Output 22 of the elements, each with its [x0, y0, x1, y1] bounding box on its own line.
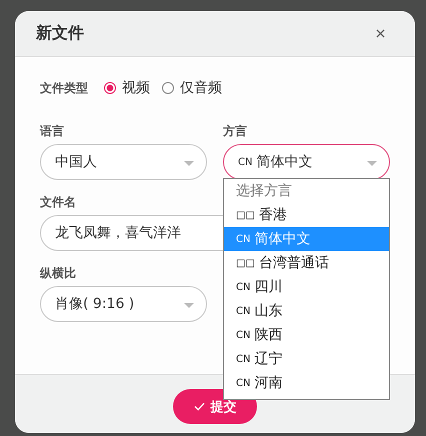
- dropdown-option[interactable]: CN 陕西: [224, 323, 389, 347]
- menu-heading: 选择方言: [235, 182, 293, 201]
- check-icon: [194, 402, 204, 411]
- field-label: 语言: [40, 123, 64, 140]
- caret-icon: [367, 161, 377, 166]
- dropdown-option[interactable]: CN 辽宁: [224, 347, 389, 371]
- field-label: 文件类型: [40, 80, 88, 96]
- dialog-title: 新文件: [36, 23, 84, 44]
- field-label: 方言: [223, 123, 247, 140]
- caret-icon: [184, 303, 194, 308]
- radio-option[interactable]: 仅音频: [162, 79, 222, 97]
- aspect-ratio-select[interactable]: 肖像( 9:16 ): [40, 286, 207, 322]
- close-icon[interactable]: [376, 29, 385, 38]
- dropdown-option[interactable]: □□ 台湾普通话: [224, 251, 389, 275]
- dialect-select[interactable]: CN 简体中文: [223, 144, 390, 180]
- dropdown-option[interactable]: CN 四川: [224, 275, 389, 299]
- field-label: 纵横比: [40, 265, 76, 282]
- radio-option[interactable]: 视频: [104, 79, 150, 97]
- field-label: 文件名: [40, 194, 76, 211]
- language-select[interactable]: 中国人: [40, 144, 207, 180]
- caret-icon: [184, 161, 194, 166]
- dropdown-option[interactable]: CN 山东: [224, 299, 389, 323]
